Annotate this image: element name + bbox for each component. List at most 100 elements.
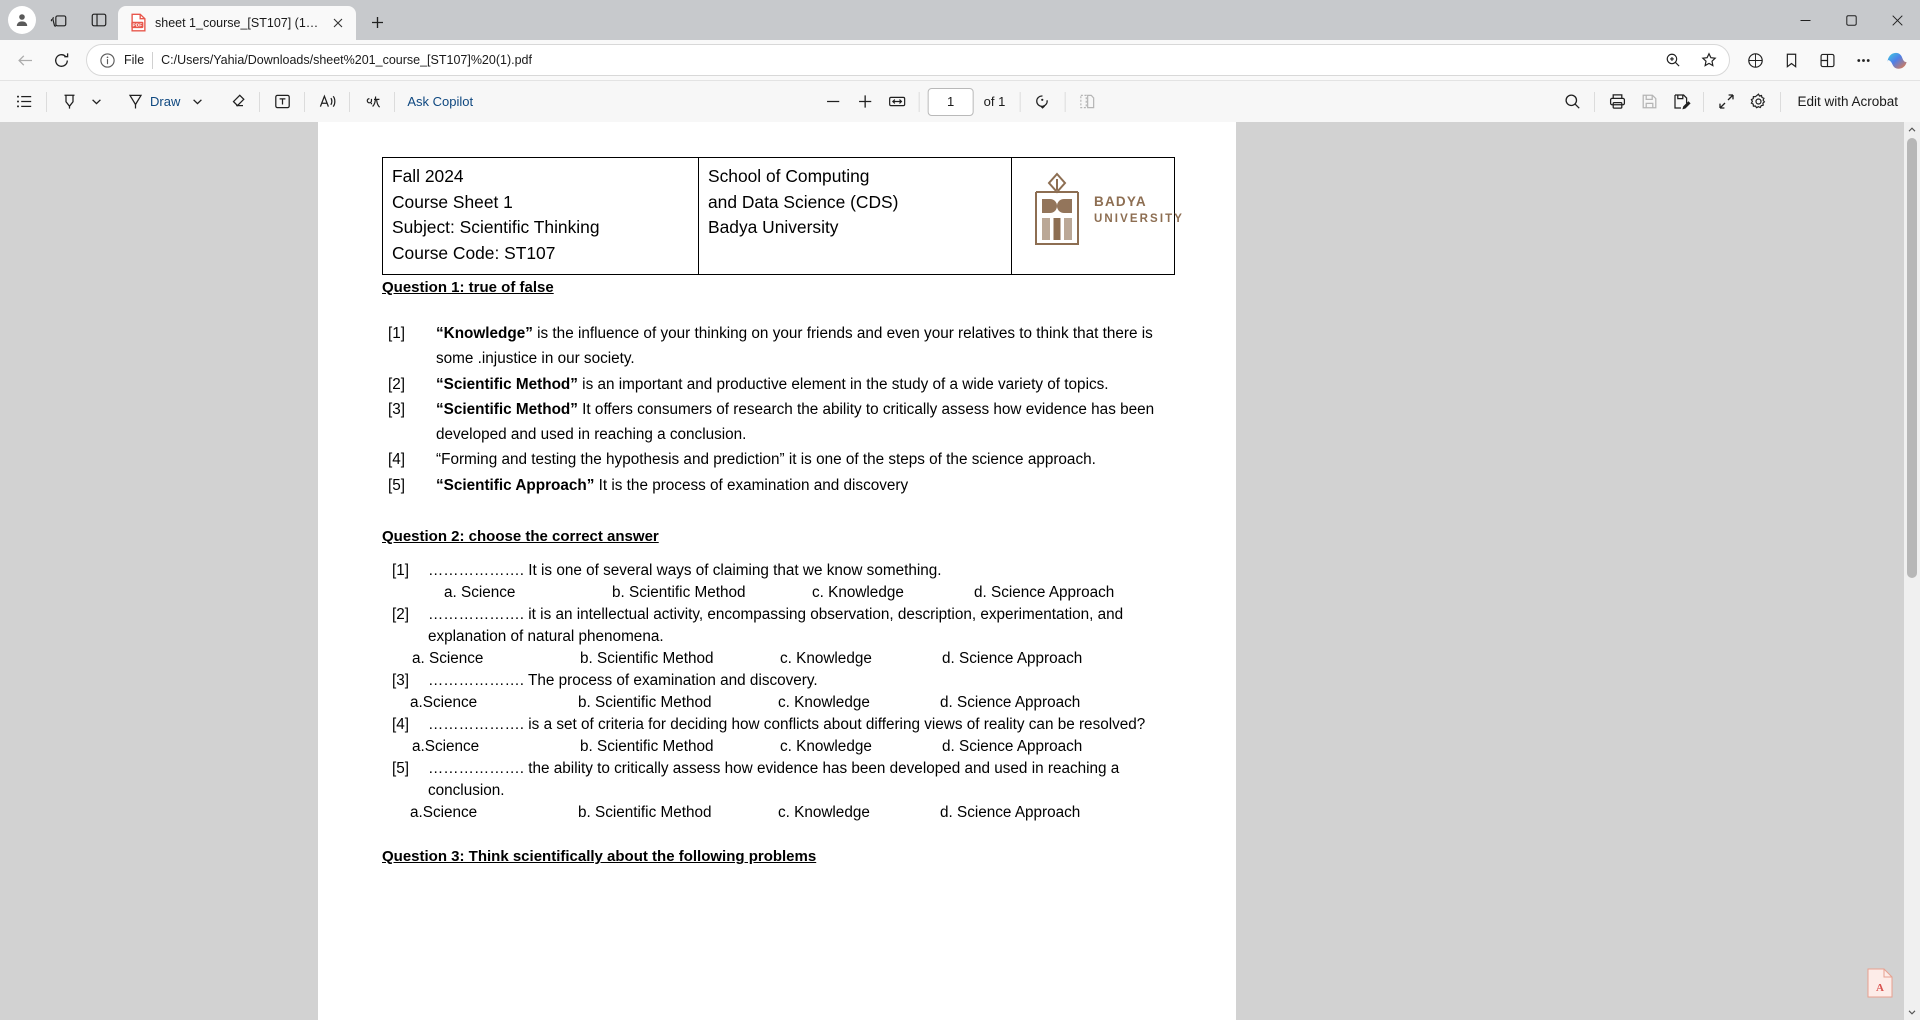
- rotate-button[interactable]: [1026, 87, 1058, 117]
- question1-item-number: [1]: [388, 325, 406, 342]
- question2-option: a.Science: [410, 804, 478, 822]
- question2-item-options: a.Science b. Scientific Method c. Knowledg…: [378, 802, 1176, 824]
- svg-text:PDF: PDF: [132, 23, 142, 29]
- question2-option: d. Science Approach: [940, 694, 1081, 712]
- document-header-table: Fall 2024 Course Sheet 1 Subject: Scient…: [382, 157, 1182, 275]
- question2-option: c. Knowledge: [780, 738, 872, 756]
- ask-copilot-label: Ask Copilot: [407, 94, 474, 109]
- toolbar-divider: [1019, 91, 1021, 112]
- question2-list: [1] ………………. It is one of several ways of …: [378, 560, 1176, 824]
- split-screen-icon: [91, 13, 107, 27]
- highlight-icon: [64, 94, 74, 109]
- save-button[interactable]: [1633, 87, 1665, 117]
- browser-essentials-button[interactable]: [1738, 44, 1772, 76]
- collections-icon: [50, 15, 67, 27]
- refresh-button[interactable]: [44, 44, 78, 76]
- question1-item-number: [2]: [388, 375, 406, 393]
- add-favorite-button[interactable]: [1695, 46, 1723, 74]
- maximize-button[interactable]: [1828, 0, 1874, 40]
- translate-button[interactable]: [356, 87, 388, 117]
- chevron-down-icon: [1908, 1010, 1916, 1015]
- window-controls: [1782, 0, 1920, 40]
- question1-list: [1] “Knowledge” is the influence of your …: [378, 321, 1176, 498]
- question1-item-text: It is the process of examination and dis…: [594, 476, 909, 494]
- tab-strip-left-controls: [0, 0, 116, 40]
- new-tab-button[interactable]: [362, 7, 392, 37]
- info-icon[interactable]: [99, 52, 116, 69]
- toolbar-divider: [394, 91, 396, 112]
- address-bar-url: C:/Users/Yahia/Downloads/sheet%201_cours…: [161, 53, 532, 67]
- question2-item: [4] ………………. is a set of criteria for deci…: [378, 714, 1176, 758]
- question2-item-stem: [4] ………………. is a set of criteria for deci…: [378, 714, 1176, 736]
- ask-copilot-button[interactable]: Ask Copilot: [401, 87, 479, 117]
- collections-button[interactable]: [1810, 44, 1844, 76]
- tab-collections-button[interactable]: [42, 4, 76, 36]
- question2-option: c. Knowledge: [812, 584, 904, 602]
- fit-to-width-icon: [888, 96, 905, 107]
- favorites-button[interactable]: [1774, 44, 1808, 76]
- question1-item: [5] “Scientific Approach” It is the proce…: [378, 473, 1176, 498]
- question1-item-number: [3]: [388, 400, 406, 418]
- profile-button[interactable]: [8, 6, 36, 34]
- table-of-contents-button[interactable]: [8, 87, 40, 117]
- more-options-button[interactable]: [1846, 44, 1880, 76]
- copilot-icon: [1887, 52, 1907, 69]
- expand-icon: [1719, 94, 1734, 109]
- question2-option: d. Science Approach: [940, 804, 1081, 822]
- toolbar-divider: [1594, 91, 1596, 112]
- question3-heading: Question 3: Think scientifically about t…: [382, 848, 817, 866]
- zoom-in-button[interactable]: [849, 87, 881, 117]
- save-as-button[interactable]: [1665, 87, 1697, 117]
- save-icon: [1642, 94, 1657, 109]
- question2-item-number: [1]: [392, 562, 410, 580]
- question2-item-stem: [2] ………………. it is an intellectual activit…: [378, 604, 1176, 648]
- zoom-out-button[interactable]: [817, 87, 849, 117]
- zoom-in-button[interactable]: [1659, 46, 1687, 74]
- window-close-button[interactable]: [1874, 0, 1920, 40]
- address-bar[interactable]: File C:/Users/Yahia/Downloads/sheet%201_…: [86, 44, 1730, 76]
- draw-button[interactable]: Draw: [120, 87, 186, 117]
- browser-tab[interactable]: PDF sheet 1_course_[ST107] (1).pdf: [118, 6, 356, 40]
- scrollbar-thumb[interactable]: [1907, 138, 1917, 578]
- question2-option: d. Science Approach: [942, 738, 1083, 756]
- question2-item-number: [4]: [392, 716, 410, 734]
- erase-button[interactable]: [221, 87, 253, 117]
- read-aloud-button[interactable]: [311, 87, 343, 117]
- url-scheme-label: File: [124, 53, 145, 67]
- fit-to-width-button[interactable]: [881, 87, 913, 117]
- viewer-scrollbar[interactable]: [1904, 122, 1920, 1020]
- split-screen-button[interactable]: [82, 4, 116, 36]
- scroll-up-button[interactable]: [1904, 122, 1920, 138]
- toolbar-divider: [349, 91, 351, 112]
- print-button[interactable]: [1601, 87, 1633, 117]
- settings-gear-icon: [1750, 93, 1766, 109]
- settings-button[interactable]: [1742, 87, 1774, 117]
- draw-icon: [128, 94, 143, 109]
- collections-panel-icon: [1819, 53, 1835, 67]
- page-layout-button[interactable]: [1071, 87, 1103, 117]
- page-number-input[interactable]: 1: [927, 87, 974, 116]
- print-icon: [1609, 94, 1625, 109]
- close-icon[interactable]: [328, 13, 348, 33]
- toolbar-divider: [1780, 91, 1782, 112]
- minimize-button[interactable]: [1782, 0, 1828, 40]
- question1-item-number: [4]: [388, 451, 406, 469]
- university-logo-text: BADYA UNIVERSITY: [1094, 194, 1184, 225]
- toolbar-divider: [1703, 91, 1705, 112]
- copilot-button[interactable]: [1882, 45, 1912, 75]
- draw-options-button[interactable]: [186, 87, 208, 117]
- header-line: Course Code: ST107: [392, 242, 556, 263]
- question2-heading: Question 2: choose the correct answer: [382, 528, 659, 546]
- search-button[interactable]: [1556, 87, 1588, 117]
- scroll-down-button[interactable]: [1904, 1004, 1920, 1020]
- edit-with-acrobat-button[interactable]: Edit with Acrobat: [1787, 94, 1908, 109]
- text-box-button[interactable]: [266, 87, 298, 117]
- pdf-toolbar-left-group: Draw Ask Copilot: [0, 87, 479, 117]
- back-button[interactable]: [8, 44, 42, 76]
- highlight-button[interactable]: [53, 87, 85, 117]
- question1-item: [4] “Forming and testing the hypothesis a…: [378, 447, 1176, 472]
- highlight-options-button[interactable]: [85, 87, 107, 117]
- fullscreen-button[interactable]: [1710, 87, 1742, 117]
- question2-item: [5] ………………. the ability to critically ass…: [378, 758, 1176, 824]
- question1-item-text: “Forming and testing the hypothesis and …: [436, 451, 1096, 469]
